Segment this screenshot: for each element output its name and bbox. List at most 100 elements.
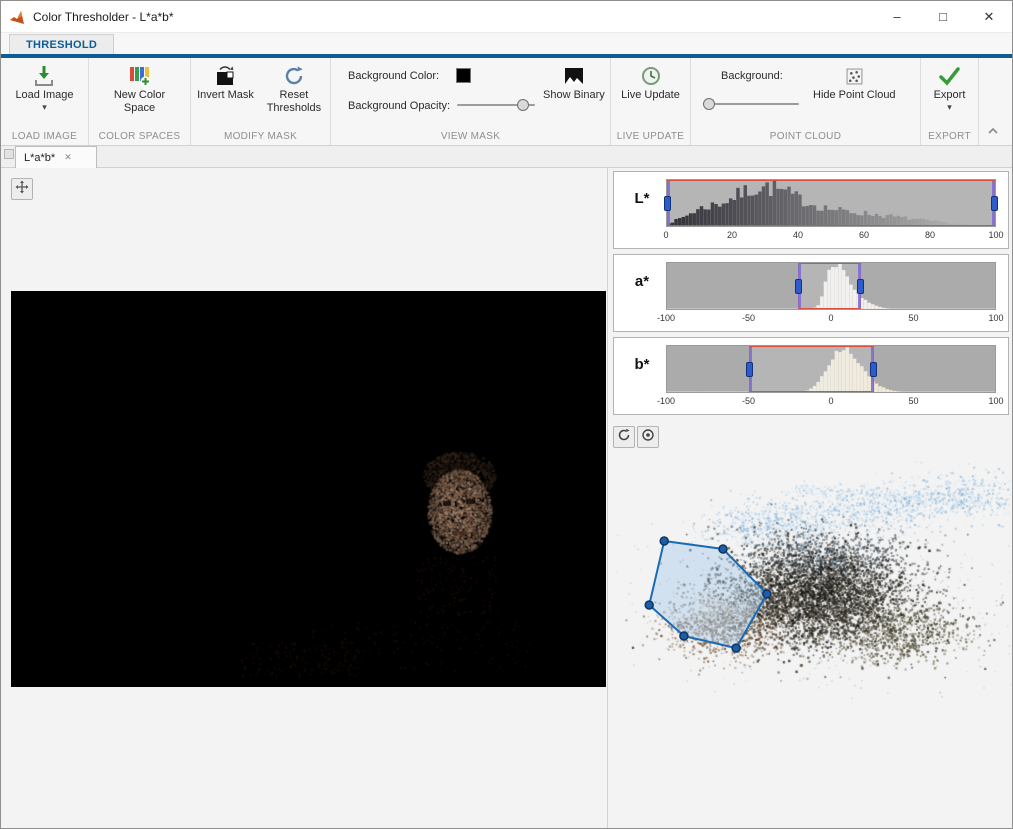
histogram-plot-a[interactable] [666,262,996,310]
selection-handle[interactable] [746,361,753,377]
section-label: VIEW MASK [440,131,501,142]
section-export: Export ▾ EXPORT [921,58,979,145]
tick-label: 80 [924,230,936,240]
channel-label-b: b* [634,356,650,373]
invert-mask-icon [212,63,238,89]
restore-view-icon [641,428,655,447]
section-label: EXPORT [928,131,971,142]
title-bar: Color Thresholder - L*a*b* – □ ✕ [1,1,1012,33]
channel-label-l: L* [634,190,650,207]
document-tab-bar: L*a*b* ✕ [1,146,1012,168]
export-check-icon [936,63,962,89]
slider-thumb[interactable] [702,98,715,110]
selection-handle[interactable] [795,278,803,294]
new-color-space-label: New Color Space [113,89,166,114]
hide-point-cloud-button[interactable]: Hide Point Cloud [809,62,900,103]
reset-thresholds-label: Reset Thresholds [266,89,322,114]
point-cloud-background-slider[interactable] [702,98,799,110]
tick-label: 50 [908,313,919,323]
histogram-plot-b[interactable] [666,345,996,393]
histogram-plot-l[interactable] [664,179,998,227]
export-label: Export [933,89,966,101]
live-update-button[interactable]: Live Update [617,62,684,103]
histogram-card-l: L* 0 20 40 60 80 100 [613,171,1009,249]
axis-ticks-a: -100 -50 0 50 100 [657,313,1004,326]
selection-handle[interactable] [991,195,998,211]
reset-thresholds-icon [281,63,307,89]
threshold-selection[interactable] [664,180,998,226]
section-label: COLOR SPACES [98,131,181,142]
background-color-label: Background Color: [348,70,440,82]
tick-label: 50 [908,396,919,406]
section-view-mask: Background Color: Background Opacity: Sh… [331,58,611,145]
panel-handle[interactable] [4,149,14,159]
maximize-button[interactable]: □ [920,1,966,32]
masked-image-canvas[interactable] [11,291,606,687]
tick-label: 100 [988,230,1004,240]
color-thresholder-window: Color Thresholder - L*a*b* – □ ✕ THRESHO… [0,0,1013,829]
slider-track[interactable] [703,103,799,105]
reset-thresholds-button[interactable]: Reset Thresholds [260,62,328,116]
document-tab-label: L*a*b* [24,151,56,164]
axis-ticks-l: 0 20 40 60 80 100 [663,230,1003,243]
threshold-panel: L* 0 20 40 60 80 100 a* -100 -50 0 50 100 b* -100… [608,168,1012,828]
close-button[interactable]: ✕ [966,1,1012,32]
tick-label: 40 [792,230,804,240]
tick-label: 100 [988,313,1004,323]
background-opacity-label: Background Opacity: [348,100,451,112]
section-label: LIVE UPDATE [616,131,685,142]
threshold-selection[interactable] [746,346,877,392]
collapse-ribbon-button[interactable] [984,125,1002,137]
document-tab-lab[interactable]: L*a*b* ✕ [15,146,97,168]
export-button[interactable]: Export ▾ [930,62,970,112]
tab-close-icon[interactable]: ✕ [64,152,72,163]
tick-label: -100 [656,396,676,406]
background-opacity-slider[interactable] [457,99,535,111]
load-image-label: Load Image [15,89,74,101]
rotate-3d-icon [617,428,631,447]
tick-label: 20 [726,230,738,240]
caret-down-icon: ▾ [42,102,47,112]
restore-view-button[interactable] [637,426,659,448]
invert-mask-label: Invert Mask [197,89,254,101]
channel-label-a: a* [634,273,650,290]
show-binary-label: Show Binary [543,89,605,101]
tick-label: 0 [663,230,669,240]
tick-label: 0 [828,313,834,323]
section-color-spaces: New Color Space COLOR SPACES [89,58,191,145]
window-controls: – □ ✕ [874,1,1012,32]
ribbon-tab-row: THRESHOLD [1,33,1012,54]
caret-down-icon: ▾ [947,102,952,112]
show-binary-button[interactable]: Show Binary [539,62,609,103]
load-image-button[interactable]: Load Image ▾ [11,62,77,112]
histogram-card-a: a* -100 -50 0 50 100 [613,254,1009,332]
threshold-selection[interactable] [795,263,864,309]
background-color-swatch[interactable] [456,68,471,83]
show-binary-icon [561,63,587,89]
minimize-button[interactable]: – [874,1,920,32]
slider-thumb[interactable] [517,99,530,111]
section-point-cloud: Background: Hide Point Cloud POINT CLOUD [691,58,921,145]
tick-label: 60 [858,230,870,240]
image-view-panel [1,168,608,828]
hide-point-cloud-icon [841,63,867,89]
selection-handle[interactable] [869,361,877,377]
ribbon-toolbar: Load Image ▾ LOAD IMAGE New Color Space … [1,58,1012,146]
point-cloud-canvas[interactable] [616,450,1011,702]
new-color-space-button[interactable]: New Color Space [102,62,178,116]
pan-zoom-icon [15,180,29,199]
invert-mask-button[interactable]: Invert Mask [193,62,258,103]
tick-label: -50 [741,396,756,406]
section-live-update: Live Update LIVE UPDATE [611,58,691,145]
section-load-image: Load Image ▾ LOAD IMAGE [1,58,89,145]
explore-button[interactable] [11,178,33,200]
selection-handle[interactable] [856,278,864,294]
live-update-label: Live Update [621,89,680,101]
rotate-point-cloud-button[interactable] [613,426,635,448]
tick-label: 100 [988,396,1004,406]
matlab-logo-icon [9,9,25,25]
load-image-icon [31,63,57,89]
tab-threshold[interactable]: THRESHOLD [9,34,115,54]
selection-handle[interactable] [664,195,671,211]
section-label: MODIFY MASK [223,131,298,142]
